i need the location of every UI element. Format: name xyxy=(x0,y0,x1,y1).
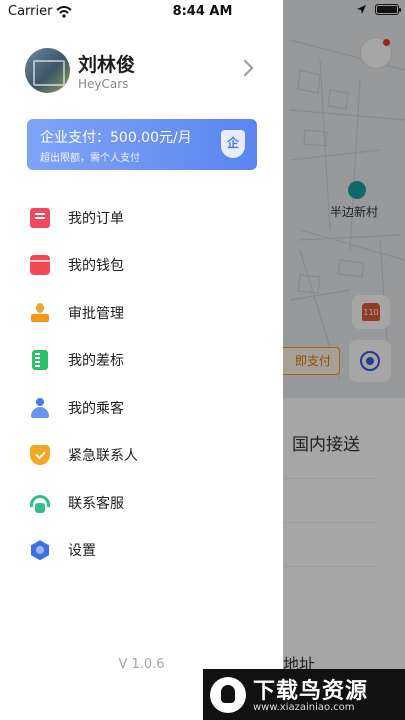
menu-item-label: 联系客服 xyxy=(68,495,124,512)
drawer-menu: 我的订单 我的钱包 审批管理 我的差标 我的乘客 紧急联系人 联系客服 设置 xyxy=(0,194,283,574)
watermark-banner: 下载鸟资源 www.xiazainiao.com xyxy=(203,669,405,720)
settings-icon xyxy=(31,540,49,561)
location-arrow-icon xyxy=(357,5,366,14)
side-drawer: 刘林俊 HeyCars 企业支付：500.00元/月 超出限额，需个人支付 企 … xyxy=(0,0,283,720)
watermark-url: www.xiazainiao.com xyxy=(253,702,355,713)
menu-item-approval[interactable]: 审批管理 xyxy=(0,289,283,337)
status-bar: Carrier 8:44 AM xyxy=(0,0,405,24)
approval-stamp-icon xyxy=(30,302,50,323)
watermark-title: 下载鸟资源 xyxy=(253,679,369,704)
watermark-logo-icon xyxy=(210,677,246,713)
emergency-shield-icon xyxy=(30,445,50,466)
wallet-icon xyxy=(30,255,50,276)
menu-item-label: 紧急联系人 xyxy=(68,448,138,465)
menu-item-emergency-contact[interactable]: 紧急联系人 xyxy=(0,432,283,480)
enterprise-payment-subtitle: 超出限额，需个人支付 xyxy=(40,153,140,164)
avatar[interactable] xyxy=(25,48,70,93)
user-company: HeyCars xyxy=(78,77,129,91)
menu-item-label: 我的钱包 xyxy=(68,258,124,275)
status-time: 8:44 AM xyxy=(172,4,233,19)
menu-item-my-wallet[interactable]: 我的钱包 xyxy=(0,242,283,290)
menu-item-label: 审批管理 xyxy=(68,305,124,322)
enterprise-payment-title: 企业支付：500.00元/月 xyxy=(40,130,192,146)
travel-standard-icon xyxy=(32,350,48,371)
profile-row[interactable]: 刘林俊 HeyCars xyxy=(25,48,265,94)
menu-item-my-orders[interactable]: 我的订单 xyxy=(0,194,283,242)
chevron-right-icon[interactable] xyxy=(236,59,254,77)
enterprise-badge-icon: 企 xyxy=(221,130,245,158)
customer-service-icon xyxy=(30,494,50,513)
user-name: 刘林俊 xyxy=(78,54,136,76)
menu-item-label: 我的差标 xyxy=(68,353,124,370)
menu-item-label: 我的乘客 xyxy=(68,400,124,417)
battery-icon xyxy=(375,4,401,15)
menu-item-label: 设置 xyxy=(68,543,96,560)
menu-item-customer-service[interactable]: 联系客服 xyxy=(0,479,283,527)
menu-item-travel-standard[interactable]: 我的差标 xyxy=(0,337,283,385)
enterprise-payment-card[interactable]: 企业支付：500.00元/月 超出限额，需个人支付 企 xyxy=(27,119,257,170)
order-icon xyxy=(30,207,50,228)
menu-item-my-passengers[interactable]: 我的乘客 xyxy=(0,384,283,432)
menu-item-label: 我的订单 xyxy=(68,210,124,227)
passenger-icon xyxy=(30,397,50,418)
battery-level xyxy=(377,6,397,13)
menu-item-settings[interactable]: 设置 xyxy=(0,527,283,575)
